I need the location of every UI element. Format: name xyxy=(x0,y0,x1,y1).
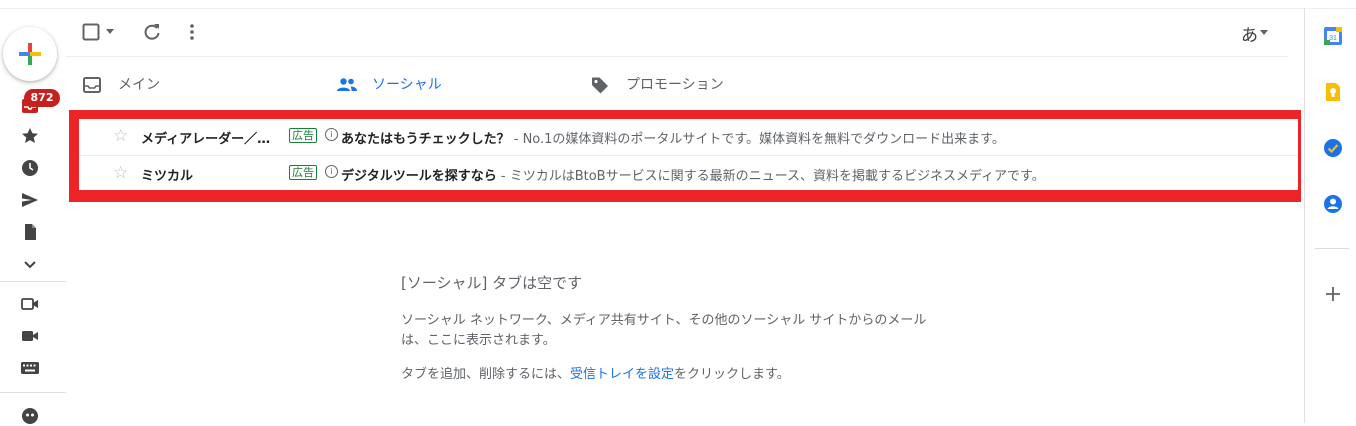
message-row[interactable]: ☆ ミツカル 広告 i デジタルツールを探すなら - ミツカルはBtoBサービス… xyxy=(79,155,1298,190)
tab-label: ソーシャル xyxy=(372,77,442,93)
chevron-down-icon[interactable] xyxy=(20,254,40,274)
message-list: ☆ メディアレーダー／… 広告 i あなたはもうチェックした？ - No.1の媒… xyxy=(79,119,1298,190)
keyboard-icon[interactable] xyxy=(20,358,40,378)
star-toggle-icon[interactable]: ☆ xyxy=(113,126,128,146)
tab-label: メイン xyxy=(118,77,160,93)
more-vertical-icon[interactable] xyxy=(182,22,202,42)
message-subject-text: あなたはもうチェックした？ xyxy=(341,132,510,147)
info-icon[interactable]: i xyxy=(325,128,338,141)
input-method-caret-icon[interactable] xyxy=(1260,30,1268,35)
meet-new-icon[interactable] xyxy=(20,294,40,314)
message-subject-text: デジタルツールを探すなら xyxy=(341,169,497,184)
info-icon[interactable]: i xyxy=(325,165,338,178)
tab-label: プロモーション xyxy=(626,77,724,93)
chat-icon[interactable] xyxy=(20,406,40,426)
message-sender: ミツカル xyxy=(141,169,194,184)
message-snippet: - ミツカルはBtoBサービスに関する最新のニュース、資料を掲載するビジネスメデ… xyxy=(496,169,1045,184)
contacts-icon[interactable] xyxy=(1323,194,1343,214)
compose-button[interactable] xyxy=(3,27,57,81)
tasks-icon[interactable] xyxy=(1323,138,1343,158)
side-panel-divider xyxy=(1315,248,1349,249)
refresh-icon[interactable] xyxy=(142,22,162,42)
message-sender: メディアレーダー／… xyxy=(141,132,271,147)
inbox-tab-icon xyxy=(83,77,101,93)
right-side-panel: 31 xyxy=(1304,8,1356,423)
send-icon[interactable] xyxy=(20,190,40,210)
keep-icon[interactable] xyxy=(1323,82,1343,102)
star-icon[interactable] xyxy=(20,126,40,146)
empty-state-action-suffix: をクリックします。 xyxy=(674,367,790,382)
category-tabs: メイン ソーシャル プロモーション xyxy=(66,56,1288,111)
video-camera-icon[interactable] xyxy=(20,326,40,346)
empty-state-action-prefix: タブを追加、削除するには、 xyxy=(401,367,571,382)
toolbar: あ xyxy=(66,8,1288,56)
select-checkbox-icon[interactable] xyxy=(82,23,100,41)
message-subject: あなたはもうチェックした？ - No.1の媒体資料のポータルサイトです。媒体資料… xyxy=(341,128,1005,147)
ad-badge: 広告 xyxy=(289,165,317,180)
compose-plus-icon xyxy=(19,43,41,65)
message-subject: デジタルツールを探すなら - ミツカルはBtoBサービスに関する最新のニュース、… xyxy=(341,165,1045,184)
unread-count-badge: 872 xyxy=(24,89,60,107)
tab-primary[interactable]: メイン xyxy=(66,57,316,111)
svg-text:31: 31 xyxy=(1329,35,1337,42)
calendar-icon[interactable]: 31 xyxy=(1323,26,1343,46)
select-dropdown-caret-icon[interactable] xyxy=(106,29,114,35)
left-rail: 872 xyxy=(0,8,66,426)
tag-icon xyxy=(592,77,608,94)
ad-badge: 広告 xyxy=(289,128,317,143)
star-toggle-icon[interactable]: ☆ xyxy=(113,163,128,183)
message-row[interactable]: ☆ メディアレーダー／… 広告 i あなたはもうチェックした？ - No.1の媒… xyxy=(79,119,1298,153)
draft-file-icon[interactable] xyxy=(20,222,40,242)
empty-state-action: タブを追加、削除するには、受信トレイを設定をクリックします。 xyxy=(401,363,946,382)
people-icon xyxy=(337,78,357,91)
input-method-indicator[interactable]: あ xyxy=(1241,21,1258,46)
rail-divider xyxy=(0,281,66,282)
tab-social[interactable]: ソーシャル xyxy=(320,57,570,111)
empty-state-description: ソーシャル ネットワーク、メディア共有サイト、その他のソーシャル サイトからのメ… xyxy=(401,313,927,348)
empty-state-title: [ソーシャル] タブは空です xyxy=(401,274,583,292)
rail-divider xyxy=(0,392,66,393)
empty-state: [ソーシャル] タブは空です ソーシャル ネットワーク、メディア共有サイト、その… xyxy=(401,272,946,382)
clock-icon[interactable] xyxy=(20,158,40,178)
tab-promotions[interactable]: プロモーション xyxy=(574,57,824,111)
add-addon-plus-icon[interactable] xyxy=(1323,284,1343,304)
inbox-settings-link[interactable]: 受信トレイを設定 xyxy=(570,367,674,382)
message-snippet: - No.1の媒体資料のポータルサイトです。媒体資料を無料でダウンロード出来ます… xyxy=(509,132,1005,147)
